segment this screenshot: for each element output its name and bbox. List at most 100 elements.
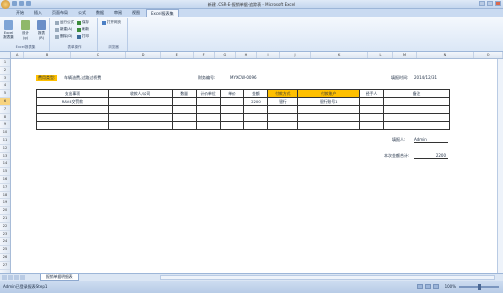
tab-page-layout[interactable]: 页面布局 <box>48 9 72 17</box>
row-header[interactable]: 23 <box>0 231 10 239</box>
refresh-button[interactable]: 刷新 <box>77 27 89 32</box>
page-layout-view-icon[interactable] <box>425 284 431 289</box>
column-header[interactable]: B <box>24 52 71 58</box>
table-cell[interactable] <box>219 113 245 122</box>
prev-sheet-icon[interactable] <box>8 275 13 280</box>
horizontal-scrollbar[interactable] <box>160 275 495 280</box>
row-header[interactable]: 12 <box>0 145 10 153</box>
table-cell[interactable] <box>359 105 385 114</box>
row-header[interactable]: 1 <box>0 59 10 67</box>
worksheet-grid[interactable] <box>0 52 503 273</box>
row-header[interactable]: 20 <box>0 207 10 215</box>
page-break-view-icon[interactable] <box>433 284 439 289</box>
table-cell[interactable] <box>36 121 109 130</box>
column-header[interactable]: N <box>417 52 475 58</box>
column-header[interactable]: C <box>71 52 127 58</box>
column-header[interactable]: A <box>11 52 25 58</box>
table-cell[interactable] <box>297 105 361 114</box>
sheet-tab-active[interactable]: 报销单据明细表 <box>40 274 79 281</box>
row-header[interactable]: 19 <box>0 199 10 208</box>
column-header[interactable]: J <box>280 52 311 58</box>
table-cell[interactable] <box>219 105 245 114</box>
row-header[interactable]: 3 <box>0 75 10 83</box>
table-cell[interactable] <box>195 121 221 130</box>
vertical-scrollbar[interactable] <box>497 59 503 273</box>
column-header[interactable]: K <box>311 52 369 58</box>
column-header[interactable]: E <box>161 52 194 58</box>
report-button[interactable]: 报表(R) <box>36 20 47 40</box>
column-header[interactable]: I <box>257 52 281 58</box>
table-cell[interactable] <box>195 113 221 122</box>
next-sheet-icon[interactable] <box>14 275 19 280</box>
close-button[interactable] <box>495 1 501 6</box>
minimize-button[interactable] <box>479 1 485 6</box>
column-header[interactable]: O <box>474 52 503 58</box>
run-formula-button[interactable]: 运行公式 <box>55 20 74 25</box>
row-header[interactable]: 15 <box>0 168 10 176</box>
row-header[interactable]: 26 <box>0 254 10 262</box>
row-header[interactable]: 27 <box>0 262 10 270</box>
row-header[interactable]: 5 <box>0 90 10 98</box>
design-button[interactable]: 设计(g) <box>20 20 31 40</box>
excel-report-button[interactable]: Excel报表集 <box>3 20 14 40</box>
open-webpage-button[interactable]: 打开网页 <box>102 20 121 25</box>
row-header[interactable]: 4 <box>0 82 10 91</box>
tab-formulas[interactable]: 公式 <box>74 9 90 17</box>
maximize-button[interactable] <box>487 1 493 6</box>
table-cell[interactable] <box>267 105 299 114</box>
row-header[interactable]: 18 <box>0 192 10 200</box>
table-cell[interactable] <box>359 121 385 130</box>
row-header[interactable]: 7 <box>0 106 10 114</box>
zoom-slider[interactable] <box>459 283 499 290</box>
expense-type-value[interactable]: 车辆油费,过路过桥费 <box>64 75 101 81</box>
table-cell[interactable] <box>36 105 109 114</box>
table-cell[interactable]: RAV4交罚款 <box>36 97 109 106</box>
row-header[interactable]: 13 <box>0 153 10 161</box>
doc-no-value[interactable]: MYXCW-0096 <box>230 75 257 80</box>
table-cell[interactable] <box>359 97 385 106</box>
table-cell[interactable] <box>171 121 197 130</box>
save-button[interactable]: 保存 <box>77 20 89 25</box>
table-cell[interactable] <box>297 113 361 122</box>
table-cell[interactable]: 银行 <box>267 97 299 106</box>
column-header[interactable]: F <box>194 52 215 58</box>
row-header[interactable]: 9 <box>0 121 10 130</box>
table-cell[interactable] <box>243 113 269 122</box>
tab-view[interactable]: 视图 <box>128 9 144 17</box>
table-cell[interactable] <box>383 105 450 114</box>
print-button[interactable]: 打印 <box>77 34 89 39</box>
filler-value[interactable]: Admin <box>414 137 448 143</box>
table-cell[interactable] <box>107 105 173 114</box>
tab-home[interactable]: 开始 <box>12 9 28 17</box>
table-cell[interactable] <box>243 105 269 114</box>
column-header[interactable]: G <box>215 52 236 58</box>
tab-insert[interactable]: 插入 <box>30 9 46 17</box>
column-header[interactable]: D <box>126 52 161 58</box>
table-cell[interactable] <box>219 97 245 106</box>
table-cell[interactable] <box>195 97 221 106</box>
row-header[interactable]: 11 <box>0 137 10 145</box>
normal-view-icon[interactable] <box>417 284 423 289</box>
column-header[interactable]: L <box>368 52 394 58</box>
zoom-knob[interactable] <box>478 283 481 290</box>
table-cell[interactable] <box>36 113 109 122</box>
table-cell[interactable] <box>383 97 450 106</box>
tab-data[interactable]: 数据 <box>92 9 108 17</box>
new-button[interactable]: 新建(A) <box>55 27 72 32</box>
tab-excel-report[interactable]: Excel报表集 <box>146 9 179 17</box>
row-header[interactable]: 10 <box>0 129 10 137</box>
table-cell[interactable] <box>107 113 173 122</box>
table-cell[interactable] <box>383 113 450 122</box>
table-cell[interactable] <box>297 121 361 130</box>
table-cell[interactable] <box>171 113 197 122</box>
table-cell[interactable]: 2200 <box>243 97 269 106</box>
table-cell[interactable] <box>267 113 299 122</box>
fill-date-value[interactable]: 2014/12/31 <box>414 75 437 80</box>
row-header[interactable]: 2 <box>0 67 10 75</box>
row-header[interactable]: 14 <box>0 160 10 169</box>
row-header[interactable]: 16 <box>0 176 10 184</box>
row-header[interactable]: 17 <box>0 184 10 192</box>
table-cell[interactable] <box>171 97 197 106</box>
table-cell[interactable]: 银行账号1 <box>297 97 361 106</box>
table-cell[interactable] <box>383 121 450 130</box>
